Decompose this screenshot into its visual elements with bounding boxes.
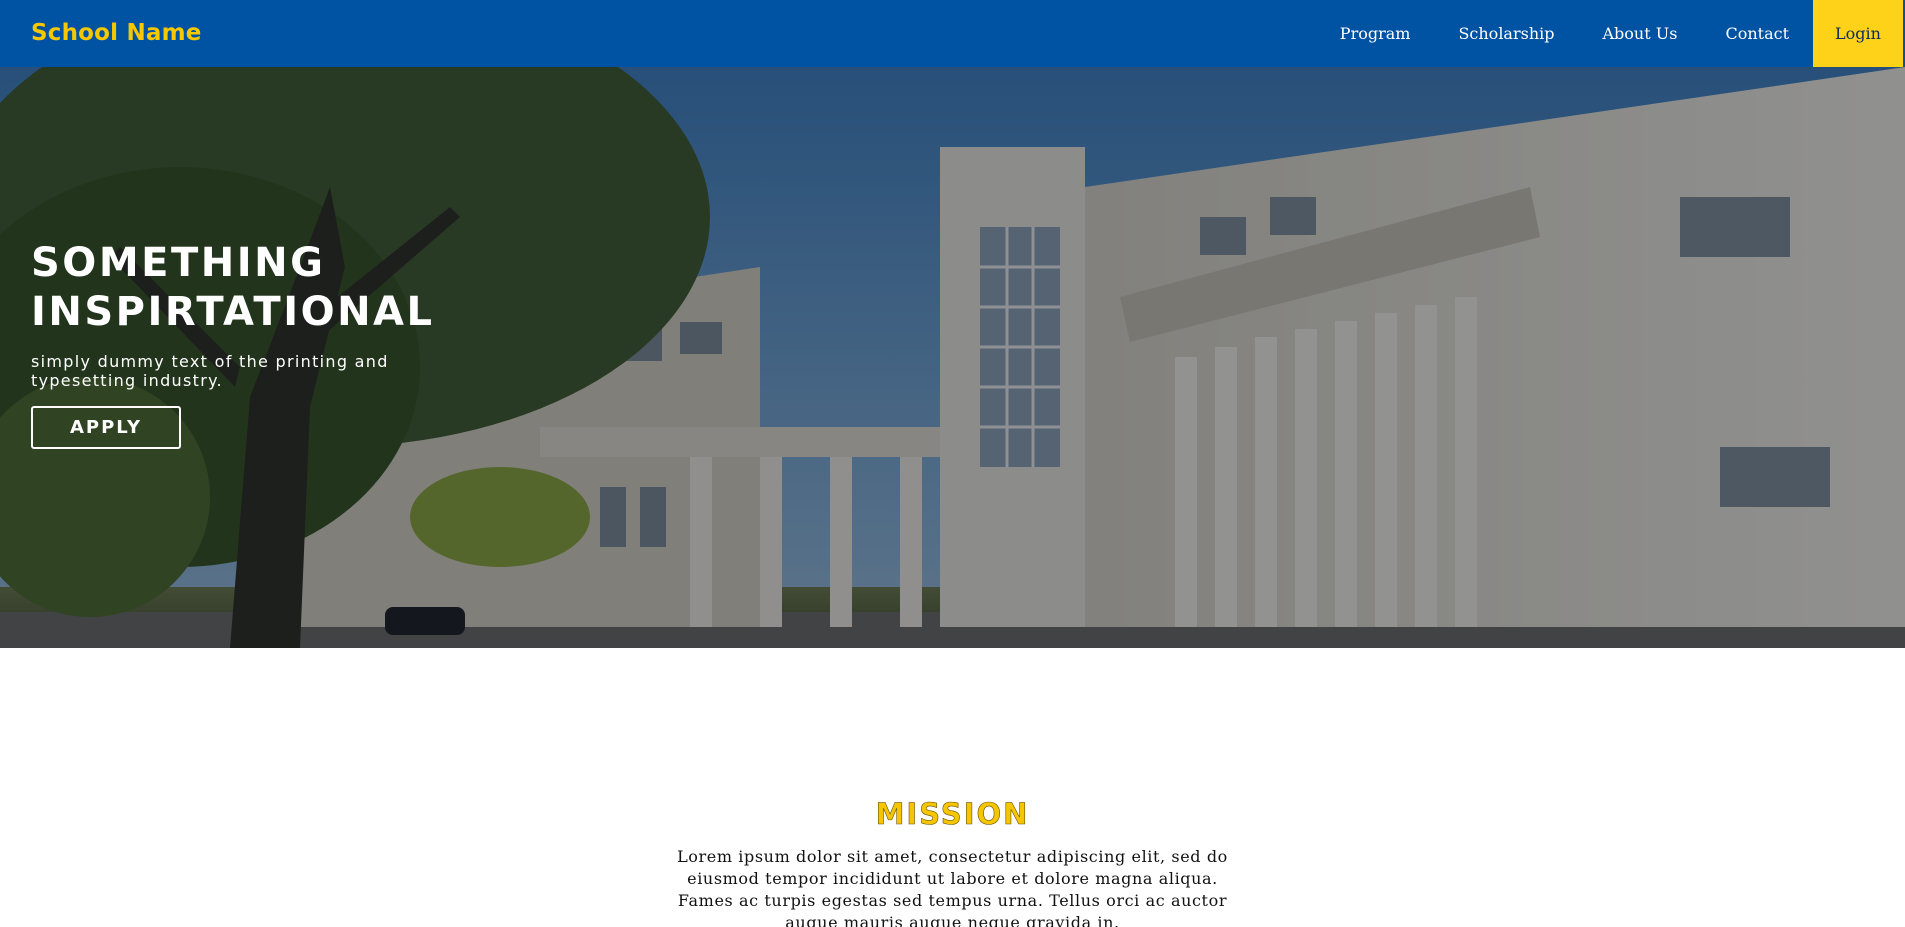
apply-button[interactable]: APPLY bbox=[31, 406, 181, 449]
nav-link-contact[interactable]: Contact bbox=[1701, 0, 1813, 67]
nav-link-program[interactable]: Program bbox=[1316, 0, 1435, 67]
nav-links: Program Scholarship About Us Contact Log… bbox=[1316, 0, 1905, 67]
nav-link-scholarship[interactable]: Scholarship bbox=[1434, 0, 1578, 67]
hero-section: SOMETHING INSPIRTATIONAL simply dummy te… bbox=[0, 67, 1905, 648]
page: School Name Program Scholarship About Us… bbox=[0, 0, 1905, 927]
login-button[interactable]: Login bbox=[1813, 0, 1903, 67]
nav-link-about-us[interactable]: About Us bbox=[1579, 0, 1702, 67]
hero-subtitle: simply dummy text of the printing and ty… bbox=[31, 352, 389, 390]
hero-title: SOMETHING INSPIRTATIONAL bbox=[31, 240, 435, 335]
navbar: School Name Program Scholarship About Us… bbox=[0, 0, 1905, 67]
school-name-logo[interactable]: School Name bbox=[31, 0, 202, 67]
mission-text: Lorem ipsum dolor sit amet, consectetur … bbox=[677, 847, 1228, 927]
mission-heading: MISSION bbox=[875, 797, 1030, 832]
